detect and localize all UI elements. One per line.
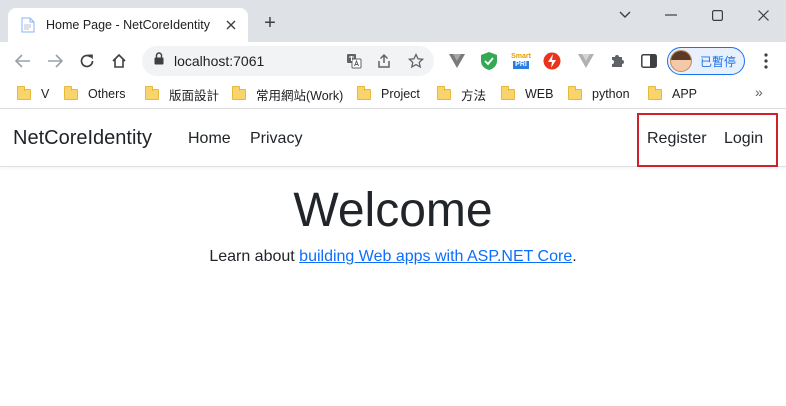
home-icon[interactable] bbox=[106, 48, 132, 74]
folder-icon bbox=[64, 85, 78, 100]
intro-paragraph: Learn about building Web apps with ASP.N… bbox=[209, 248, 577, 265]
folder-icon bbox=[232, 85, 246, 100]
lock-icon[interactable] bbox=[154, 52, 164, 70]
reload-icon[interactable] bbox=[74, 48, 100, 74]
shield-check-icon[interactable] bbox=[480, 52, 498, 70]
bookmarks-bar: V Others 版面設計 常用網站(Work) Project 方法 WEB … bbox=[0, 79, 786, 109]
new-tab-button[interactable]: + bbox=[259, 13, 281, 35]
minimize-icon[interactable] bbox=[656, 4, 686, 26]
bookmark-star-icon[interactable] bbox=[408, 53, 424, 69]
welcome-heading: Welcome bbox=[293, 184, 493, 237]
address-bar[interactable]: localhost:7061 bbox=[142, 46, 434, 76]
back-arrow-icon[interactable] bbox=[10, 48, 36, 74]
bookmark-folder-others[interactable]: Others bbox=[64, 85, 126, 103]
puzzle-extensions-icon[interactable] bbox=[608, 52, 626, 70]
bookmark-folder-v[interactable]: V bbox=[17, 85, 49, 103]
avatar bbox=[670, 50, 692, 72]
bookmark-folder-python[interactable]: python bbox=[568, 85, 630, 103]
folder-icon bbox=[17, 85, 31, 100]
close-tab-icon[interactable] bbox=[222, 16, 240, 34]
side-panel-icon[interactable] bbox=[640, 52, 658, 70]
bookmark-folder-work[interactable]: 常用網站(Work) bbox=[232, 85, 343, 103]
close-window-icon[interactable] bbox=[748, 4, 778, 26]
site-navbar: NetCoreIdentity Home Privacy Register Lo… bbox=[0, 110, 786, 167]
browser-toolbar: localhost:7061 Smart PRI 已暫停 bbox=[0, 42, 786, 79]
bookmark-folder-web[interactable]: WEB bbox=[501, 85, 553, 103]
tab-strip: Home Page - NetCoreIdentity + bbox=[0, 0, 786, 42]
tab-search-chevron-icon[interactable] bbox=[610, 4, 640, 26]
nav-privacy-link[interactable]: Privacy bbox=[250, 130, 302, 148]
bookmark-folder-method[interactable]: 方法 bbox=[437, 85, 486, 103]
site-brand-link[interactable]: NetCoreIdentity bbox=[13, 127, 152, 150]
folder-icon bbox=[145, 85, 159, 100]
folder-icon bbox=[648, 85, 662, 100]
kebab-menu-icon[interactable] bbox=[753, 48, 779, 74]
url-text[interactable]: localhost:7061 bbox=[174, 53, 264, 69]
bookmark-folder-app[interactable]: APP bbox=[648, 85, 697, 103]
aspnet-docs-link[interactable]: building Web apps with ASP.NET Core bbox=[299, 248, 572, 265]
nav-register-link[interactable]: Register bbox=[647, 130, 707, 148]
bookmark-folder-project[interactable]: Project bbox=[357, 85, 420, 103]
nav-home-link[interactable]: Home bbox=[188, 130, 231, 148]
profile-status: 已暫停 bbox=[700, 54, 737, 69]
flash-extension-icon[interactable] bbox=[543, 52, 561, 70]
bookmark-folder-layout[interactable]: 版面設計 bbox=[145, 85, 219, 103]
folder-icon bbox=[357, 85, 371, 100]
bookmarks-overflow-icon[interactable]: » bbox=[755, 84, 763, 100]
vue-devtools-icon[interactable] bbox=[448, 52, 466, 70]
smart-pri-icon[interactable]: Smart PRI bbox=[510, 52, 532, 70]
browser-tab[interactable]: Home Page - NetCoreIdentity bbox=[8, 8, 248, 42]
vue-extension-icon[interactable] bbox=[577, 52, 595, 70]
tab-title: Home Page - NetCoreIdentity bbox=[46, 18, 210, 32]
document-icon bbox=[20, 17, 36, 33]
folder-icon bbox=[437, 85, 451, 100]
maximize-icon[interactable] bbox=[702, 4, 732, 26]
profile-button[interactable]: 已暫停 bbox=[667, 47, 745, 75]
folder-icon bbox=[501, 85, 515, 100]
forward-arrow-icon[interactable] bbox=[42, 48, 68, 74]
translate-icon[interactable] bbox=[346, 53, 362, 69]
share-icon[interactable] bbox=[376, 53, 392, 69]
nav-login-link[interactable]: Login bbox=[724, 130, 763, 148]
folder-icon bbox=[568, 85, 582, 100]
